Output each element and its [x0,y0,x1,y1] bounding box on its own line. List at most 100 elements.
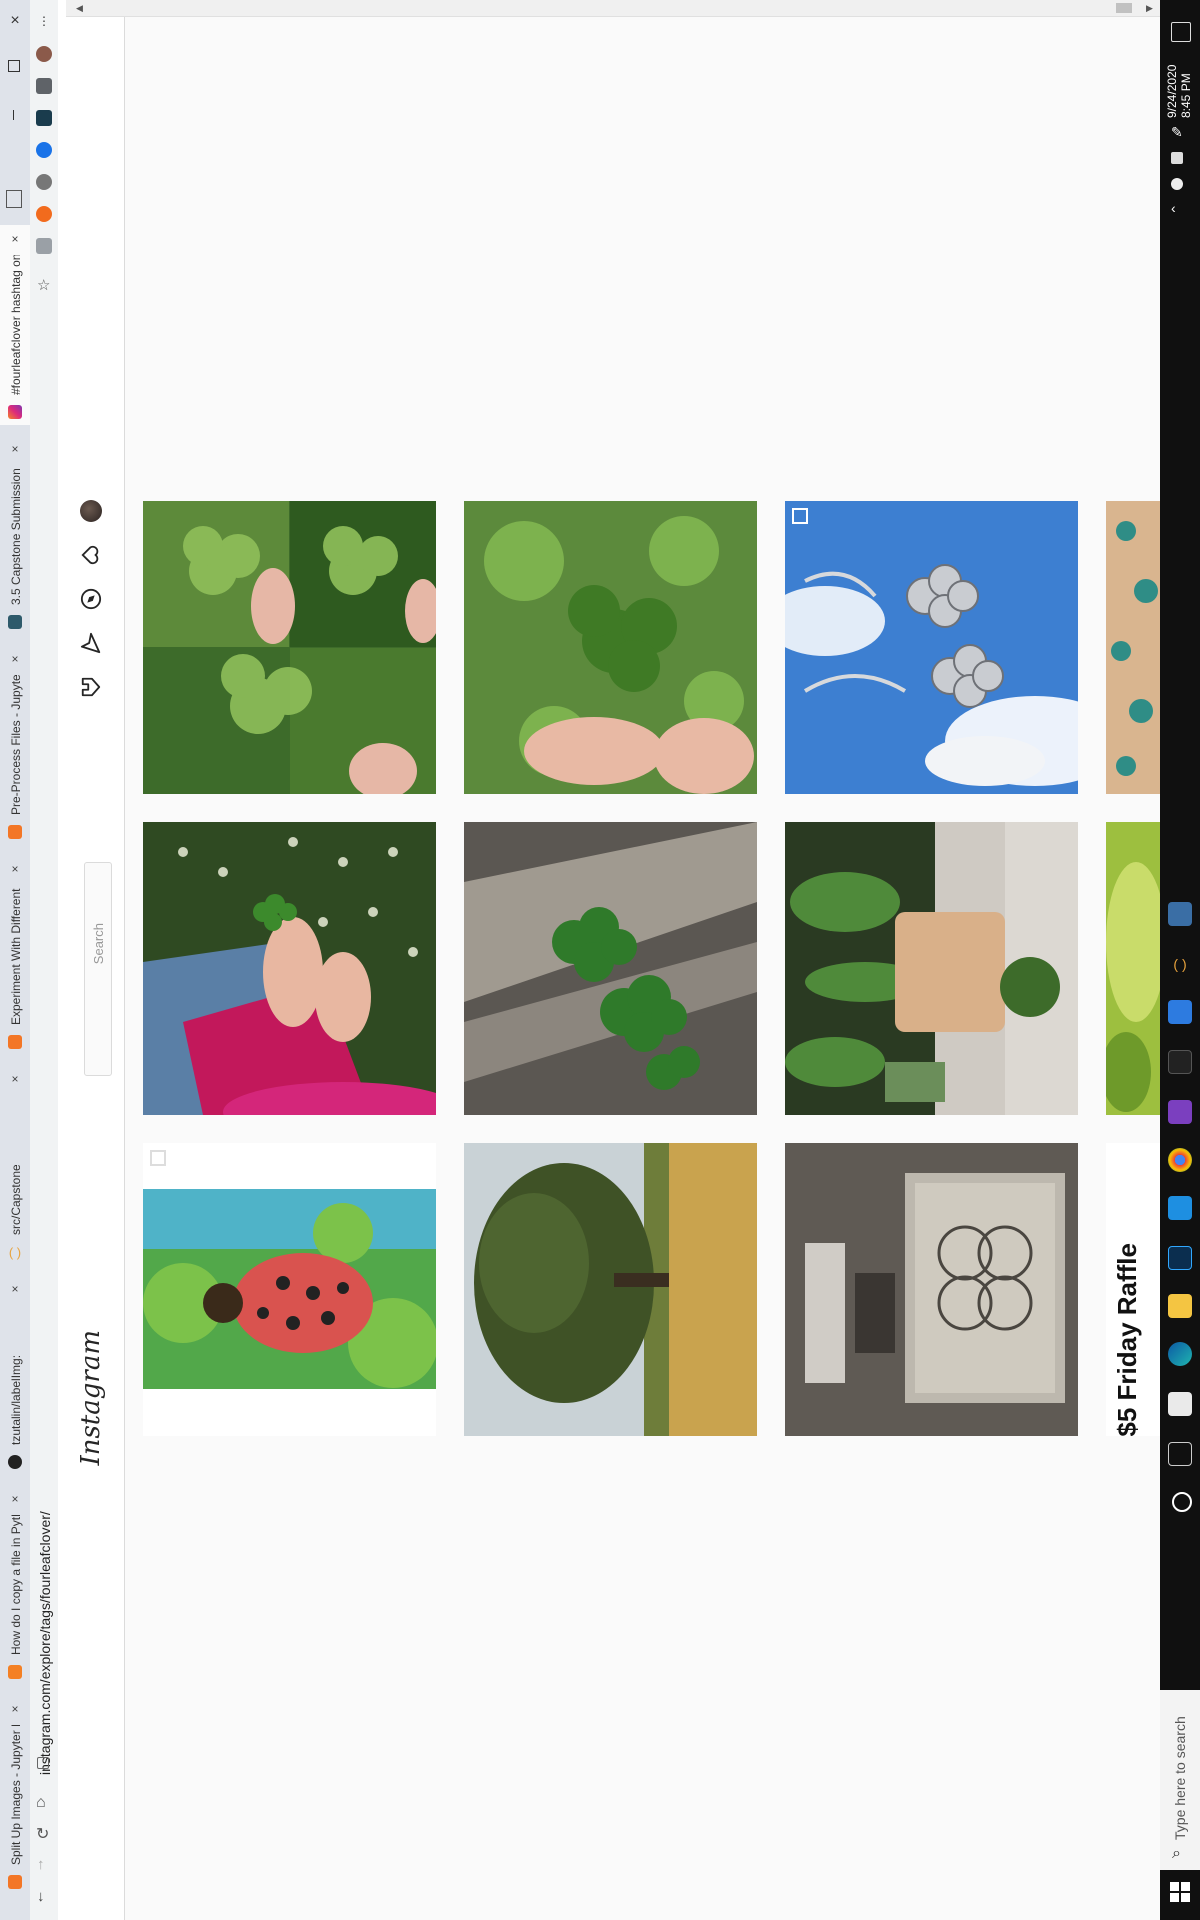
tab-copy-file[interactable]: × How do I copy a file in Pyth [0,1485,30,1685]
tab-labelimg[interactable]: × tzutalin/labelImg: [0,1275,30,1475]
extension-m-icon[interactable] [36,142,52,158]
pen-icon[interactable]: ✎ [1171,124,1189,142]
post-tile-ladybug-illustration[interactable] [143,1143,436,1436]
instagram-favicon-icon [8,405,22,419]
post-tile-hands-clover[interactable] [143,822,436,1115]
scrollbar-thumb[interactable] [1116,3,1132,13]
taskbar-search-box[interactable]: Type here to search ⌕ [1160,1690,1200,1870]
close-icon[interactable]: × [9,1283,21,1295]
profile-avatar-icon[interactable] [36,46,52,62]
tab-preprocess[interactable]: × Pre-Process Files - Jupyter [0,645,30,845]
scroll-right-arrow-icon[interactable]: ▶ [1146,3,1153,14]
cloud-icon[interactable] [1171,178,1183,190]
tab-label: #fourleafclover hashtag on [9,255,23,395]
post-tile-partial-1[interactable] [1106,501,1160,794]
raffle-text: $5 Friday Raffle [1112,1243,1142,1436]
search-icon: ⌕ [1172,1845,1181,1862]
lock-icon[interactable] [37,1757,49,1769]
windows-taskbar: 9/24/2020 8:45 PM ✎ ‹ ( ) [1160,0,1200,1920]
post-tile-raffle[interactable]: $5 Friday Raffle [1106,1143,1160,1436]
post-tile-tree-field[interactable] [464,1143,757,1436]
home-icon[interactable] [80,676,102,698]
capstone-favicon-icon [8,615,22,629]
tab-label: How do I copy a file in Pyth [9,1515,23,1655]
file-explorer-app-icon[interactable] [1168,1294,1192,1318]
photoshop-app-icon[interactable] [1168,1246,1192,1270]
extensions-icon[interactable] [36,78,52,94]
tab-strip: × × #fourleafclover hashtag on × 3.5 Cap… [0,0,31,1920]
dropbox-icon[interactable] [1171,152,1183,164]
tab-label: src/Capstone/ [9,1165,23,1235]
close-icon[interactable]: × [9,1493,21,1505]
close-icon[interactable]: × [9,1073,21,1085]
clock-time[interactable]: 8:45 PM [1179,73,1193,118]
heart-icon[interactable] [80,544,102,566]
tab-label: Split Up Images - Jupyter N [9,1725,23,1865]
tab-label: Experiment With Different [9,888,23,1026]
extension-g-icon[interactable] [36,238,52,254]
close-icon[interactable]: × [9,443,21,455]
vscode-app-icon[interactable] [1168,1196,1192,1220]
search-input[interactable]: Search [84,862,112,1076]
app-grid-icon[interactable] [1168,902,1192,926]
github-favicon-icon [8,1455,22,1469]
jupyter-favicon-icon [8,825,22,839]
tab-experiment[interactable]: × Experiment With Different [0,855,30,1055]
tab-fourleafclover[interactable]: × #fourleafclover hashtag on [0,225,30,425]
tab-search-icon[interactable] [6,190,22,208]
windows-start-button[interactable] [1170,1882,1190,1902]
terminal-app-icon[interactable] [1168,1050,1192,1074]
tab-label: tzutalin/labelImg: [9,1354,23,1445]
tab-src-capstone[interactable]: × src/Capstone/ ( ) [0,1065,30,1265]
jupyter-favicon-icon [8,1875,22,1889]
reload-icon[interactable]: ↻ [36,1824,49,1844]
scroll-left-arrow-icon[interactable]: ◀ [76,3,83,14]
photos-app-icon[interactable] [1168,1000,1192,1024]
onenote-app-icon[interactable] [1168,1100,1192,1124]
extension-orange-icon[interactable] [36,206,52,222]
cortana-icon[interactable] [1172,1492,1192,1512]
post-tile-clover-earrings[interactable] [785,501,1078,794]
post-tile-clover-stamp[interactable] [785,1143,1078,1436]
close-icon[interactable]: × [9,653,21,665]
explore-compass-icon[interactable] [80,588,102,610]
stackoverflow-favicon-icon [8,1665,22,1679]
store-app-icon[interactable] [1168,1392,1192,1416]
instagram-nav: Search Instagram [58,0,125,1920]
jupyter-favicon-icon [8,1035,22,1049]
edge-app-icon[interactable] [1168,1342,1192,1366]
close-icon[interactable]: × [9,233,21,245]
post-tile-plant-pot[interactable] [785,822,1078,1115]
direct-send-icon[interactable] [80,632,102,654]
close-icon[interactable]: × [9,1703,21,1715]
tab-label: Pre-Process Files - Jupyter [9,675,23,815]
tab-split-images[interactable]: × Split Up Images - Jupyter N [0,1695,30,1895]
brackets-app-icon[interactable]: ( ) [1168,952,1192,976]
profile-avatar[interactable] [80,500,102,522]
address-bar[interactable]: instagram.com/explore/tags/fourleafclove… [37,1475,53,1775]
task-view-icon[interactable] [1168,1442,1192,1466]
chrome-app-icon[interactable] [1168,1148,1192,1172]
post-tile-clover-on-bark[interactable] [464,822,757,1115]
tab-capstone[interactable]: × 3.5 Capstone Submission - [0,435,30,635]
home-icon[interactable]: ⌂ [36,1794,46,1812]
window-maximize-button[interactable] [8,60,20,72]
extension-chart-icon[interactable] [36,110,52,126]
post-tile-clover-collage[interactable] [143,501,436,794]
post-tile-partial-2[interactable] [1106,822,1160,1115]
close-icon[interactable]: × [9,863,21,875]
extension-circle-icon[interactable] [36,174,52,190]
horizontal-scrollbar[interactable]: ◀ ▶ [66,0,1160,17]
instagram-logo[interactable]: Instagram [76,1330,106,1466]
menu-icon[interactable]: ⋮ [38,14,50,28]
clock-date[interactable]: 9/24/2020 [1165,62,1179,118]
bookmark-star-icon[interactable]: ☆ [37,276,50,294]
notification-icon[interactable] [1171,22,1191,42]
forward-icon[interactable]: ↑ [37,1856,45,1873]
window-close-button[interactable]: × [8,13,22,29]
chevron-up-icon[interactable]: ‹ [1171,200,1189,218]
window-minimize-button[interactable] [13,110,14,120]
brackets-favicon-icon: ( ) [8,1245,22,1260]
post-tile-clover-in-grass[interactable] [464,501,757,794]
back-icon[interactable]: ↓ [37,1888,45,1905]
